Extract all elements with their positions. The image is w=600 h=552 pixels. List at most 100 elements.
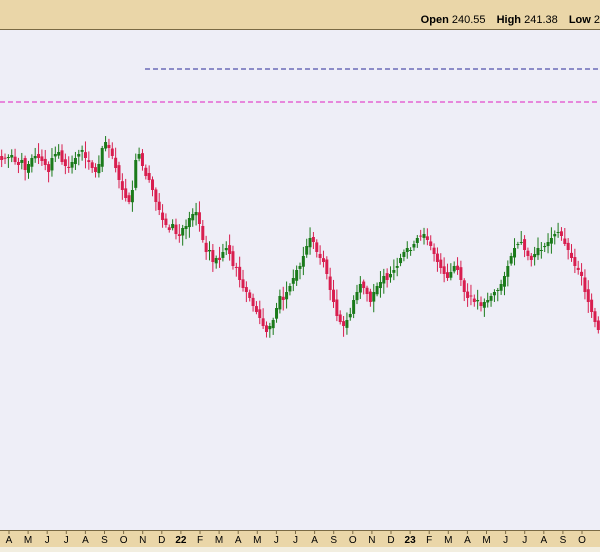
- candle-body: [224, 248, 228, 251]
- candle-body: [197, 212, 201, 224]
- candle-body: [23, 158, 27, 170]
- candle-body: [285, 292, 289, 300]
- candle-body: [77, 154, 81, 157]
- x-tick-label: A: [311, 535, 318, 546]
- candle-body: [87, 160, 91, 162]
- candle-body: [161, 212, 165, 220]
- x-tick-label: J: [503, 535, 508, 546]
- candle-body: [264, 325, 268, 332]
- candle-body: [295, 270, 299, 281]
- candle-body: [147, 173, 151, 180]
- candle-body: [452, 266, 456, 272]
- candle-body: [127, 195, 131, 202]
- candle-body: [445, 272, 449, 278]
- candle-body: [104, 142, 108, 149]
- candle-body: [315, 242, 319, 252]
- high-value: 241.38: [524, 14, 558, 26]
- candle-body: [395, 266, 399, 268]
- x-tick-label: M: [253, 535, 261, 546]
- candle-body: [305, 246, 309, 255]
- candle-body: [466, 291, 470, 298]
- candle-body: [191, 214, 195, 221]
- candle-body: [583, 277, 587, 292]
- candle-body: [6, 157, 10, 159]
- candlestick-chart[interactable]: [0, 30, 600, 530]
- candle-body: [429, 241, 433, 246]
- candle-body: [53, 154, 57, 157]
- candle-body: [234, 266, 238, 268]
- x-tick-label: A: [82, 535, 89, 546]
- candle-body: [10, 155, 14, 158]
- candle-body: [318, 253, 322, 258]
- x-tick-label: J: [274, 535, 279, 546]
- candle-body: [80, 150, 84, 152]
- candle-body: [94, 167, 98, 172]
- candle-body: [311, 237, 315, 242]
- candle-body: [586, 289, 590, 302]
- x-tick-label: 23: [405, 535, 417, 546]
- candle-body: [536, 248, 540, 256]
- candle-body: [214, 258, 218, 264]
- candle-body: [378, 282, 382, 289]
- candle-body: [580, 271, 584, 276]
- x-tick-label: A: [540, 535, 547, 546]
- plot-area[interactable]: [0, 30, 600, 530]
- candle-body: [382, 276, 386, 284]
- candle-body: [43, 158, 47, 165]
- candle-body: [593, 311, 597, 322]
- x-tick-label: O: [349, 535, 357, 546]
- candle-body: [241, 279, 245, 288]
- candle-body: [509, 256, 513, 264]
- x-tick-label: S: [330, 535, 337, 546]
- candle-body: [499, 284, 503, 291]
- open-value: 240.55: [451, 14, 486, 26]
- candle-body: [492, 292, 496, 296]
- x-tick-label: J: [64, 535, 69, 546]
- x-tick-label: N: [368, 535, 375, 546]
- candle-body: [177, 234, 181, 236]
- candle-body: [573, 257, 577, 266]
- candle-body: [425, 236, 429, 240]
- candle-body: [345, 320, 349, 328]
- candle-body: [519, 242, 523, 243]
- candle-body: [415, 238, 419, 243]
- candle-body: [479, 302, 483, 306]
- candle-body: [207, 250, 211, 252]
- candle-body: [338, 314, 342, 322]
- x-tick-label: M: [215, 535, 223, 546]
- candle-body: [372, 292, 376, 302]
- candle-body: [489, 296, 493, 301]
- candle-body: [100, 148, 104, 167]
- candle-body: [0, 156, 4, 160]
- candle-body: [174, 224, 178, 234]
- low-label: Low: [568, 14, 591, 26]
- low-value: 2: [593, 14, 600, 26]
- chart-frame: Open 240.55 High 241.38 Low 2 AMJJASOND2…: [0, 0, 600, 547]
- candle-body: [419, 235, 423, 237]
- x-axis-svg: A M J J A S O N D 22 F M A M J J A S O N D 23 F M A M J J A S O: [6, 531, 586, 546]
- x-tick-label: A: [235, 535, 242, 546]
- x-axis: A M J J A S O N D 22 F M A M J J A S O N D 23 F M A M J J A S O: [0, 530, 600, 547]
- candle-body: [533, 254, 537, 258]
- candle-body: [248, 292, 252, 298]
- candle-body: [365, 287, 369, 294]
- candle-body: [335, 299, 339, 316]
- candle-body: [60, 150, 64, 162]
- candle-body: [462, 280, 466, 292]
- open-label: Open: [420, 14, 449, 26]
- candle-body: [409, 250, 413, 251]
- candle-body: [298, 266, 302, 269]
- candle-body: [63, 159, 67, 166]
- candle-body: [271, 320, 275, 329]
- candle-body: [218, 257, 222, 260]
- x-tick-label: F: [197, 535, 203, 546]
- candle-body: [90, 162, 94, 168]
- candle-body: [50, 158, 54, 171]
- candle-body: [228, 245, 232, 254]
- candle-body: [275, 308, 279, 319]
- candle-body: [472, 298, 476, 302]
- x-tick-label: J: [45, 535, 50, 546]
- candle-body: [231, 251, 235, 266]
- candle-body: [570, 252, 574, 258]
- x-tick-label: S: [101, 535, 108, 546]
